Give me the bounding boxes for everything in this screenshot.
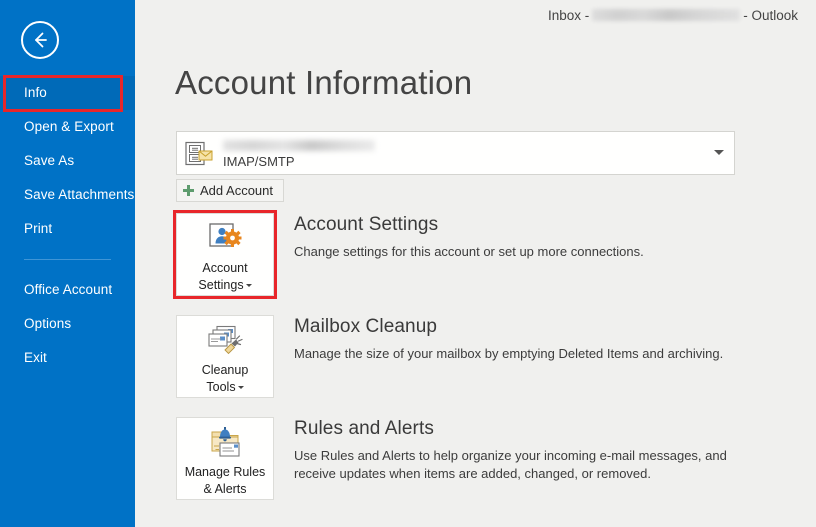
rules-and-alerts-text: Rules and Alerts Use Rules and Alerts to… bbox=[294, 417, 764, 483]
add-account-label: Add Account bbox=[200, 183, 273, 198]
sidebar-item-options[interactable]: Options bbox=[0, 307, 135, 341]
backstage-sidebar: Info Open & Export Save As Save Attachme… bbox=[0, 0, 135, 527]
back-button[interactable] bbox=[21, 21, 59, 59]
account-type-label: IMAP/SMTP bbox=[223, 154, 295, 169]
mailbox-cleanup-description: Manage the size of your mailbox by empty… bbox=[294, 346, 724, 361]
sidebar-item-label: Info bbox=[24, 85, 47, 100]
cleanup-tools-icon bbox=[208, 325, 243, 355]
sidebar-item-office-account[interactable]: Office Account bbox=[0, 273, 135, 307]
manage-rules-alerts-button-label-line2: & Alerts bbox=[203, 482, 247, 496]
sidebar-item-info[interactable]: Info bbox=[0, 76, 135, 110]
sidebar-item-label: Save As bbox=[24, 153, 75, 168]
account-settings-button-label-line1: Account bbox=[202, 261, 248, 275]
window-title-prefix: Inbox - bbox=[547, 8, 590, 23]
account-selector[interactable]: IMAP/SMTP bbox=[176, 131, 735, 175]
window-title-suffix: - Outlook bbox=[743, 8, 798, 23]
account-settings-button-label-line2: Settings bbox=[198, 278, 244, 292]
account-settings-button-label-line2-wrap: Settings bbox=[177, 276, 273, 293]
sidebar-item-label: Open & Export bbox=[24, 119, 114, 134]
sidebar-divider bbox=[24, 259, 111, 260]
cleanup-tools-button-label-line1: Cleanup bbox=[201, 363, 249, 377]
account-settings-icon bbox=[209, 223, 242, 247]
account-settings-button[interactable]: Account Settings bbox=[176, 213, 274, 296]
sidebar-item-save-as[interactable]: Save As bbox=[0, 144, 135, 178]
sidebar-item-exit[interactable]: Exit bbox=[0, 341, 135, 375]
window-title: Inbox - - Outlook bbox=[548, 8, 798, 23]
dropdown-caret-icon[interactable] bbox=[245, 284, 252, 287]
manage-rules-alerts-button-label-line1: Manage Rules bbox=[184, 465, 266, 479]
rules-and-alerts-description: Use Rules and Alerts to help organize yo… bbox=[294, 448, 727, 481]
account-settings-title: Account Settings bbox=[294, 214, 439, 235]
window-title-account-redacted bbox=[592, 9, 741, 21]
sidebar-item-label: Print bbox=[24, 221, 53, 236]
account-settings-text: Account Settings Change settings for thi… bbox=[294, 213, 764, 261]
page-title: Account Information bbox=[175, 64, 473, 101]
cleanup-tools-button-label-line2: Tools bbox=[206, 380, 236, 394]
sidebar-item-label: Options bbox=[24, 316, 72, 331]
back-arrow-icon bbox=[35, 32, 47, 48]
chevron-down-icon[interactable] bbox=[714, 150, 724, 155]
sidebar-item-save-attachments[interactable]: Save Attachments bbox=[0, 178, 135, 212]
account-settings-icon-wrap bbox=[177, 214, 273, 259]
backstage-nav-list: Info Open & Export Save As Save Attachme… bbox=[0, 76, 135, 375]
outlook-backstage-view: Info Open & Export Save As Save Attachme… bbox=[0, 0, 816, 527]
manage-rules-alerts-icon bbox=[211, 427, 240, 457]
rules-and-alerts-title: Rules and Alerts bbox=[294, 418, 434, 439]
cleanup-tools-button[interactable]: Cleanup Tools bbox=[176, 315, 274, 398]
cleanup-tools-button-label-line2-wrap: Tools bbox=[177, 378, 273, 395]
mailbox-cleanup-title: Mailbox Cleanup bbox=[294, 316, 438, 337]
account-settings-description: Change settings for this account or set … bbox=[294, 244, 644, 259]
manage-rules-alerts-icon-wrap bbox=[177, 418, 273, 463]
backstage-content: Inbox - - Outlook Account Information IMA… bbox=[135, 0, 816, 527]
imap-account-icon bbox=[185, 141, 213, 166]
sidebar-item-open-and-export[interactable]: Open & Export bbox=[0, 110, 135, 144]
sidebar-item-label: Save Attachments bbox=[24, 187, 135, 202]
dropdown-caret-icon[interactable] bbox=[237, 386, 244, 389]
manage-rules-alerts-button[interactable]: Manage Rules & Alerts bbox=[176, 417, 274, 500]
add-account-button[interactable]: Add Account bbox=[176, 179, 284, 202]
mailbox-cleanup-text: Mailbox Cleanup Manage the size of your … bbox=[294, 315, 764, 363]
cleanup-tools-icon-wrap bbox=[177, 316, 273, 361]
sidebar-item-label: Exit bbox=[24, 350, 47, 365]
sidebar-item-print[interactable]: Print bbox=[0, 212, 135, 246]
sidebar-item-label: Office Account bbox=[24, 282, 113, 297]
account-name-redacted bbox=[223, 140, 375, 151]
plus-icon bbox=[183, 185, 194, 196]
